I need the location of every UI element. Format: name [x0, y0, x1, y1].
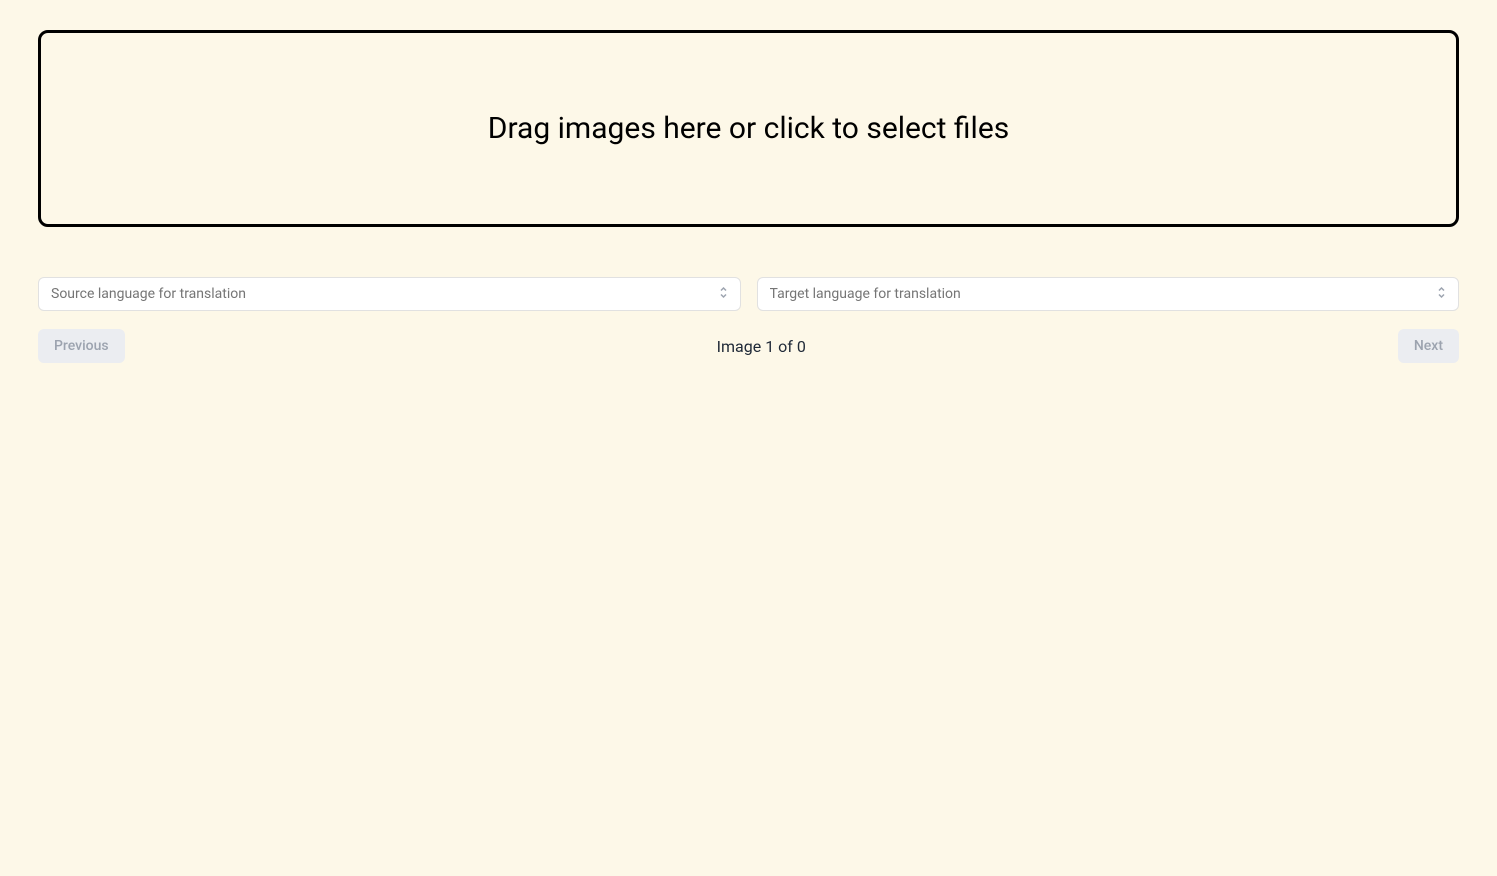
image-counter-label: Image 1 of 0 — [717, 337, 806, 356]
previous-button[interactable]: Previous — [38, 329, 125, 363]
source-language-wrapper — [38, 277, 741, 311]
image-dropzone[interactable]: Drag images here or click to select file… — [38, 30, 1459, 227]
next-button[interactable]: Next — [1398, 329, 1459, 363]
navigation-row: Previous Image 1 of 0 Next — [38, 329, 1459, 363]
source-language-select[interactable] — [38, 277, 741, 311]
target-language-wrapper — [757, 277, 1460, 311]
language-selection-row — [38, 277, 1459, 311]
dropzone-instruction: Drag images here or click to select file… — [488, 111, 1009, 146]
target-language-select[interactable] — [757, 277, 1460, 311]
